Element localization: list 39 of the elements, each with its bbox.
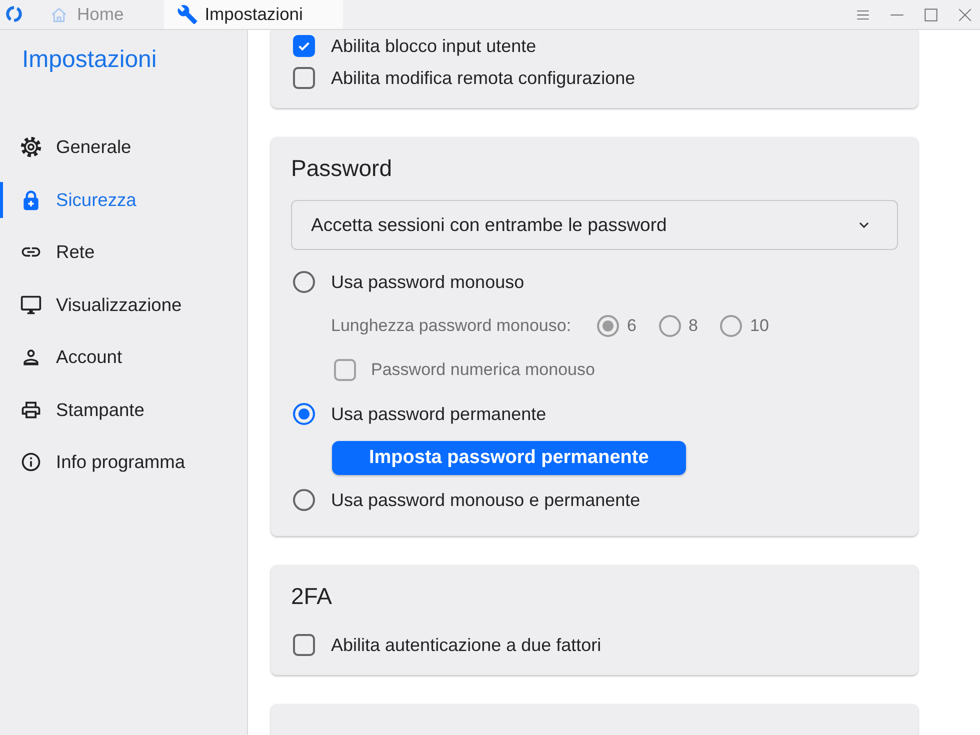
monitor-icon	[20, 294, 42, 316]
sidebar-item[interactable]: Account	[0, 339, 247, 375]
radio-label: 10	[750, 316, 769, 336]
option-label: Lunghezza password monouso:	[331, 316, 572, 336]
checkbox-label: Abilita modifica remota configurazione	[331, 68, 636, 88]
home-icon	[50, 6, 68, 24]
sidebar-item[interactable]: Sicurezza	[0, 182, 247, 218]
section-title: Password	[291, 154, 392, 183]
sidebar-item[interactable]: Visualizzazione	[0, 286, 247, 322]
gear-icon	[20, 136, 42, 158]
info-icon	[20, 451, 42, 473]
radio-label: Usa password monouso	[331, 272, 524, 292]
maximize-icon[interactable]	[924, 8, 938, 22]
radio-button[interactable]	[293, 489, 315, 511]
sidebar-item[interactable]: Stampante	[0, 392, 247, 428]
radio-button[interactable]	[293, 403, 315, 425]
radio-label: Usa password monouso e permanente	[331, 490, 640, 510]
logo-icon	[5, 5, 23, 23]
radio-button[interactable]	[293, 271, 315, 293]
sidebar-item[interactable]: Rete	[0, 234, 247, 270]
close-icon[interactable]	[958, 8, 972, 22]
menu-icon[interactable]	[856, 8, 870, 22]
section-title: 2FA	[291, 582, 332, 611]
dropdown[interactable]: Accetta sessioni con entrambe le password	[291, 200, 898, 250]
primary-button[interactable]: Imposta password permanente	[332, 441, 686, 475]
sidebar-item[interactable]: Info programma	[0, 444, 247, 480]
radio-label: Usa password permanente	[331, 404, 546, 424]
checkbox-label: Abilita blocco input utente	[331, 36, 536, 56]
radio-label: 6	[627, 316, 637, 336]
radio-label: 8	[688, 316, 698, 336]
sidebar-title: Impostazioni	[22, 45, 157, 75]
sidebar-item[interactable]: Generale	[0, 129, 247, 165]
checkbox-label: Password numerica monouso	[371, 360, 595, 380]
checkbox[interactable]	[293, 67, 315, 89]
tab[interactable]: Impostazioni	[164, 0, 343, 29]
checkbox-label: Abilita autenticazione a due fattori	[331, 634, 602, 656]
wrench-icon	[176, 4, 198, 25]
checkbox[interactable]	[293, 35, 315, 57]
checkbox[interactable]	[293, 634, 315, 656]
